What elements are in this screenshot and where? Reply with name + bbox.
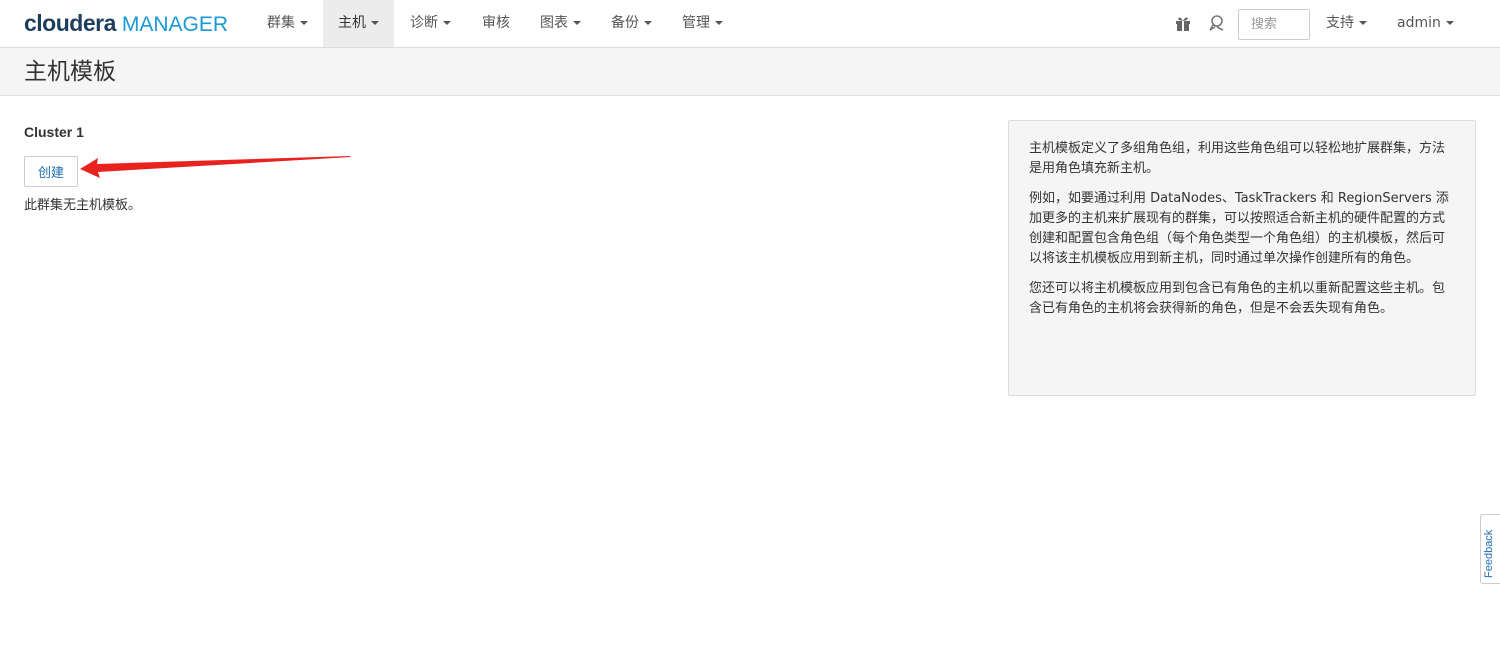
- chevron-down-icon: [300, 21, 308, 25]
- feedback-tab[interactable]: Feedback: [1480, 514, 1500, 584]
- logo-text-manager: MANAGER: [121, 13, 229, 36]
- nav-label: 支持: [1326, 15, 1354, 31]
- annotation-arrow: [80, 156, 351, 178]
- nav-administration-menu[interactable]: 管理: [667, 0, 738, 47]
- chevron-down-icon: [1359, 21, 1367, 25]
- nav-label: 审核: [482, 15, 510, 31]
- nav-audit-link[interactable]: 审核: [467, 0, 525, 47]
- nav-label: 诊断: [410, 15, 438, 31]
- nav-label: 群集: [267, 15, 295, 31]
- support-icon[interactable]: [1208, 14, 1226, 32]
- nav-hosts-menu[interactable]: 主机: [323, 0, 394, 47]
- info-paragraph: 主机模板定义了多组角色组，利用这些角色组可以轻松地扩展群集，方法是用角色填充新主…: [1029, 141, 1446, 176]
- create-host-template-button[interactable]: 创建: [24, 156, 78, 187]
- logo-text-cloudera: cloudera: [24, 10, 116, 36]
- feedback-label: Feedback: [1483, 529, 1495, 578]
- cluster-name-heading: Cluster 1: [24, 124, 84, 140]
- nav-label: 主机: [338, 15, 366, 31]
- nav-clusters-menu[interactable]: 群集: [252, 0, 323, 47]
- chevron-down-icon: [644, 21, 652, 25]
- nav-user-menu[interactable]: admin: [1382, 0, 1469, 47]
- chevron-down-icon: [715, 21, 723, 25]
- chevron-down-icon: [443, 21, 451, 25]
- chevron-down-icon: [1445, 21, 1454, 25]
- chevron-down-icon: [371, 21, 379, 25]
- search-input[interactable]: [1238, 9, 1310, 40]
- gift-icon[interactable]: [1174, 14, 1192, 32]
- nav-label: 图表: [540, 15, 568, 31]
- nav-diagnostics-menu[interactable]: 诊断: [395, 0, 466, 47]
- info-paragraph: 您还可以将主机模板应用到包含已有角色的主机以重新配置这些主机。包含已有角色的主机…: [1029, 281, 1446, 316]
- top-navbar: cloudera MANAGER 群集 主机 诊断 审核 图表 备份 管理 搜索…: [0, 0, 1500, 48]
- nav-label: 管理: [682, 15, 710, 31]
- chevron-down-icon: [573, 21, 581, 25]
- cloudera-manager-logo[interactable]: cloudera MANAGER: [24, 9, 228, 37]
- nav-label: 备份: [611, 15, 639, 31]
- nav-support-menu[interactable]: 支持: [1311, 0, 1382, 47]
- page-title: 主机模板: [24, 59, 116, 85]
- info-paragraph: 例如，如要通过利用 DataNodes、TaskTrackers 和 Regio…: [1029, 191, 1449, 266]
- host-template-info-panel: 主机模板定义了多组角色组，利用这些角色组可以轻松地扩展群集，方法是用角色填充新主…: [1008, 120, 1476, 396]
- nav-label: admin: [1397, 15, 1441, 31]
- page-title-bar: [0, 48, 1500, 96]
- nav-charts-menu[interactable]: 图表: [525, 0, 596, 47]
- nav-backup-menu[interactable]: 备份: [596, 0, 667, 47]
- empty-state-message: 此群集无主机模板。: [24, 198, 142, 213]
